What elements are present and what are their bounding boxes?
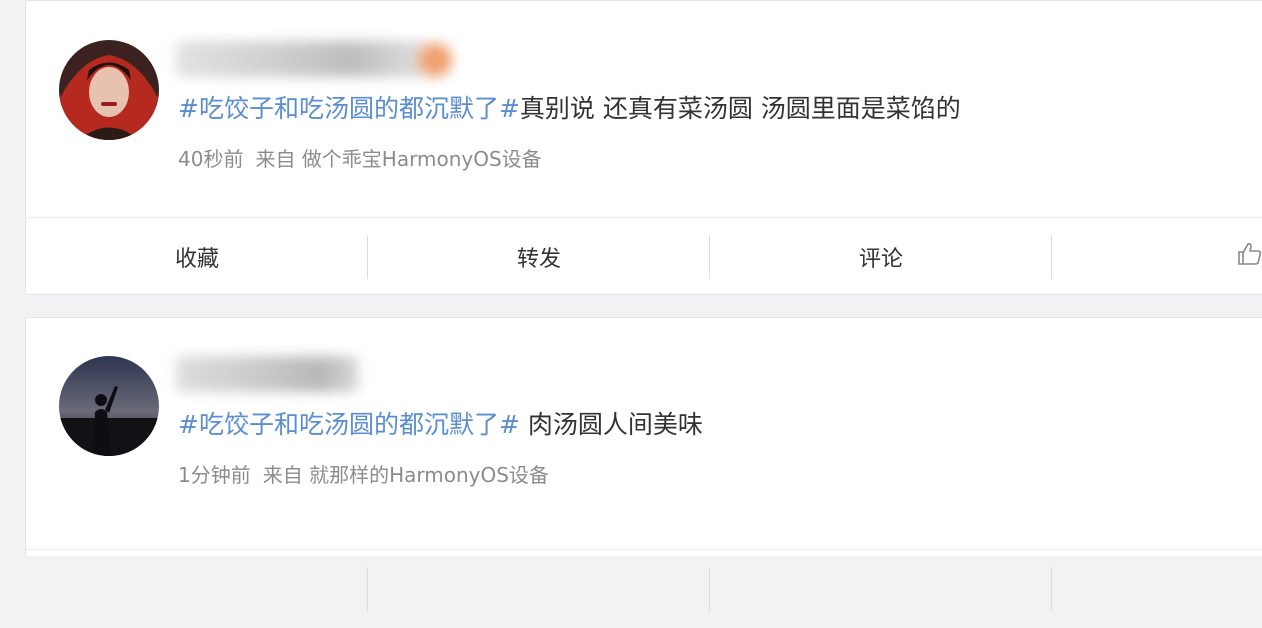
user-avatar[interactable]: [59, 356, 159, 456]
repost-button[interactable]: 转发: [368, 235, 710, 279]
post-content: #吃饺子和吃汤圆的都沉默了#真别说 还真有菜汤圆 汤圆里面是菜馅的: [178, 94, 961, 124]
post-meta: 40秒前 来自 做个乖宝HarmonyOS设备: [178, 146, 542, 172]
comment-label: 评论: [858, 247, 903, 272]
post-card: #吃饺子和吃汤圆的都沉默了#真别说 还真有菜汤圆 汤圆里面是菜馅的 40秒前 来自…: [25, 0, 1262, 295]
post-source: 来自 做个乖宝HarmonyOS设备: [255, 147, 542, 171]
post-time[interactable]: 1分钟前: [178, 463, 251, 487]
post-meta: 1分钟前 来自 就那样的HarmonyOS设备: [178, 462, 549, 488]
user-badge-blurred: [418, 43, 452, 77]
action-bar: [26, 549, 1262, 628]
post-text: 肉汤圆人间美味: [519, 410, 703, 439]
comment-button[interactable]: [710, 567, 1052, 611]
favorite-button[interactable]: 收藏: [26, 235, 368, 279]
favorite-label: 收藏: [174, 247, 219, 272]
topic-link[interactable]: #吃饺子和吃汤圆的都沉默了#: [178, 94, 520, 123]
post-source: 来自 就那样的HarmonyOS设备: [262, 463, 549, 487]
favorite-button[interactable]: [26, 567, 368, 611]
like-button[interactable]: [1052, 567, 1262, 611]
thumbs-up-icon: [1237, 241, 1262, 273]
post-content: #吃饺子和吃汤圆的都沉默了# 肉汤圆人间美味: [178, 410, 703, 440]
username-blurred[interactable]: [176, 356, 358, 392]
repost-label: 转发: [516, 247, 561, 272]
comment-button[interactable]: 评论: [710, 235, 1052, 279]
like-button[interactable]: [1052, 235, 1262, 279]
username-blurred[interactable]: [176, 41, 426, 77]
post-card: #吃饺子和吃汤圆的都沉默了# 肉汤圆人间美味 1分钟前 来自 就那样的Harmon…: [25, 317, 1262, 611]
user-avatar[interactable]: [59, 40, 159, 140]
repost-button[interactable]: [368, 567, 710, 611]
action-bar: 收藏 转发 评论: [26, 217, 1262, 296]
post-text: 真别说 还真有菜汤圆 汤圆里面是菜馅的: [519, 94, 961, 123]
post-time[interactable]: 40秒前: [178, 147, 243, 171]
topic-link[interactable]: #吃饺子和吃汤圆的都沉默了#: [178, 410, 520, 439]
